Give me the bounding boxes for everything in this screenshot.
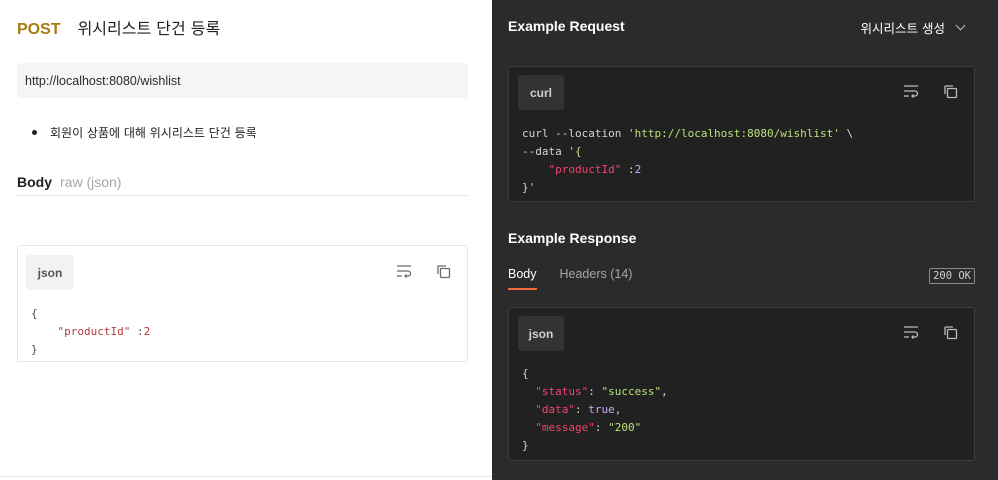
code-brace-close: } — [522, 181, 529, 194]
chevron-down-icon — [955, 20, 966, 31]
example-select-value: 위시리스트 생성 — [860, 21, 945, 36]
http-method-badge: POST — [17, 21, 61, 38]
code-language-badge[interactable]: json — [26, 255, 74, 290]
examples-panel: Example Request 위시리스트 생성 curl curl --loc… — [492, 0, 998, 480]
copy-icon[interactable] — [941, 82, 959, 100]
example-response-code: { "status": "success", "data": true, "me… — [522, 367, 668, 452]
example-response-title: Example Response — [508, 230, 637, 246]
code-sep: : — [130, 325, 144, 338]
code-value: "success" — [601, 385, 662, 398]
wrap-lines-icon[interactable] — [902, 82, 920, 100]
code-key: "productId" — [548, 163, 622, 176]
code-brace-open: { — [522, 367, 529, 380]
request-description: 회원이 상품에 대해 위시리스트 단건 등록 — [32, 124, 257, 141]
example-request-code: curl --location 'http://localhost:8080/w… — [522, 125, 853, 197]
wrap-lines-icon[interactable] — [395, 262, 413, 280]
copy-icon[interactable] — [434, 262, 452, 280]
code-key: "data" — [535, 403, 575, 416]
code-language-badge[interactable]: json — [518, 316, 564, 351]
code-language-badge[interactable]: curl — [518, 75, 564, 110]
divider — [0, 476, 492, 477]
code-key: "status" — [535, 385, 589, 398]
description-text: 회원이 상품에 대해 위시리스트 단건 등록 — [50, 126, 257, 140]
code-brace-close: } — [31, 343, 38, 356]
code-value: 2 — [634, 163, 642, 176]
request-header: POST 위시리스트 단건 등록 — [17, 15, 220, 39]
response-tabs: Body Headers (14) — [508, 267, 632, 290]
code-data-flag: --data — [522, 145, 569, 158]
copy-icon[interactable] — [941, 323, 959, 341]
code-brace-close: } — [522, 439, 529, 452]
wrap-lines-icon[interactable] — [902, 323, 920, 341]
request-url[interactable]: http://localhost:8080/wishlist — [17, 63, 468, 98]
tab-headers[interactable]: Headers (14) — [560, 267, 633, 290]
code-key: "message" — [535, 421, 595, 434]
body-label: Body — [17, 174, 52, 190]
request-docs-panel: POST 위시리스트 단건 등록 http://localhost:8080/w… — [0, 0, 492, 480]
bullet-icon — [32, 130, 37, 135]
body-section-header: Body raw (json) — [17, 174, 468, 196]
status-badge: 200 OK — [929, 268, 975, 284]
example-request-title: Example Request — [508, 18, 625, 34]
request-body-code: { "productId" :2 } — [31, 305, 150, 359]
body-type: raw (json) — [60, 174, 122, 190]
code-quote-close: ' — [528, 181, 536, 194]
example-request-code-card: curl curl --location 'http://localhost:8… — [508, 66, 975, 202]
tab-body[interactable]: Body — [508, 267, 537, 290]
example-select-dropdown[interactable]: 위시리스트 생성 — [860, 18, 966, 37]
request-body-code-card: json { "productId" :2 } — [17, 245, 468, 362]
example-response-code-card: json { "status": "success", "data": true… — [508, 307, 975, 461]
code-continuation: \ — [839, 127, 854, 140]
request-title: 위시리스트 단건 등록 — [77, 19, 221, 38]
code-sep: : — [621, 163, 635, 176]
code-key: "productId" — [57, 325, 131, 338]
code-value: true — [588, 403, 615, 416]
code-value: 2 — [143, 325, 151, 338]
code-brace-open: { — [31, 307, 38, 320]
code-value: "200" — [608, 421, 642, 434]
code-data-open: '{ — [568, 145, 582, 158]
code-url: 'http://localhost:8080/wishlist' — [627, 127, 840, 140]
code-cmd: curl --location — [522, 127, 628, 140]
